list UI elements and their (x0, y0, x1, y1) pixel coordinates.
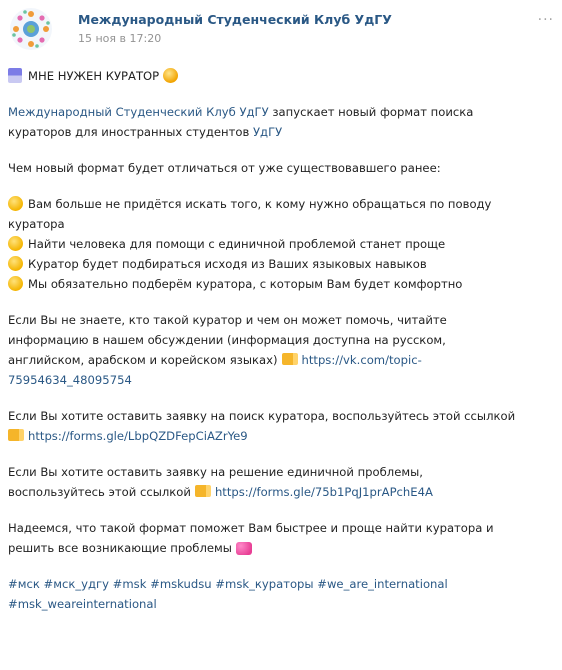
post-header: Международный Студенческий Клуб УдГУ 15 … (8, 6, 554, 54)
paragraph-line: Если Вы хотите оставить заявку на решени… (8, 465, 423, 479)
bullet-text: Вам больше не придётся искать того, к ко… (28, 197, 492, 211)
pointing-hand-emoji-icon (8, 429, 24, 441)
paragraph-line: Надеемся, что такой формат поможет Вам б… (8, 521, 494, 535)
paragraph-line: кураторов для иностранных студентов УдГУ (8, 122, 556, 142)
topic-link[interactable]: https://vk.com/topic- (302, 353, 422, 367)
author-name[interactable]: Международный Студенческий Клуб УдГУ (78, 12, 392, 27)
paragraph-text: запускает новый формат поиска (268, 105, 474, 119)
bullet-line: куратора (8, 217, 65, 231)
post-title: МНЕ НУЖЕН КУРАТОР (28, 69, 160, 83)
paragraph-line: Международный Студенческий Клуб УдГУ зап… (8, 102, 556, 122)
post-date[interactable]: 15 ноя в 17:20 (78, 32, 161, 45)
paragraph-line: информацию в нашем обсуждении (информаци… (8, 333, 446, 347)
shocked-emoji-icon (8, 256, 23, 271)
paragraph-line: воспользуйтесь этой ссылкой https://forms… (8, 482, 556, 502)
post-title-line: МНЕ НУЖЕН КУРАТОР (8, 66, 556, 86)
hashtags-line[interactable]: #мск #мск_удгу #msk #mskudsu #msk_курато… (8, 574, 556, 594)
club-mention-link[interactable]: Международный Студенческий Клуб УдГУ (8, 105, 269, 119)
community-avatar[interactable] (10, 8, 52, 50)
smile-emoji-icon (163, 68, 179, 83)
paragraph-text: воспользуйтесь этой ссылкой (8, 485, 191, 499)
paragraph-line: Если Вы хотите оставить заявку на поиск … (8, 409, 516, 423)
bullet-text: Мы обязательно подберём куратора, с кото… (28, 277, 463, 291)
paragraph-line: решить все возникающие проблемы (8, 538, 556, 558)
shocked-emoji-icon (8, 276, 23, 291)
paragraph-text: английском, арабском и корейском языках) (8, 353, 278, 367)
heart-emoji-icon (235, 542, 252, 555)
pointing-hand-emoji-icon (194, 485, 211, 497)
paragraph-text: кураторов для иностранных студентов (8, 125, 253, 139)
paragraph-line: Чем новый формат будет отличаться от уже… (8, 161, 441, 175)
paragraph-line: https://forms.gle/LbpQZDFepCiAZrYe9 (8, 426, 556, 446)
shocked-emoji-icon (8, 236, 23, 251)
club-logo-icon (12, 10, 50, 48)
more-options-icon[interactable]: ··· (538, 12, 554, 28)
post-text: МНЕ НУЖЕН КУРАТОР Международный Студенче… (8, 66, 556, 614)
bullet-line: Мы обязательно подберём куратора, с кото… (8, 274, 556, 294)
bullet-text: Куратор будет подбираться исходя из Ваши… (28, 257, 427, 271)
problem-form-link[interactable]: https://forms.gle/75b1PqJ1prAPchE4A (215, 485, 433, 499)
paragraph-line: английском, арабском и корейском языках)… (8, 350, 556, 370)
paragraph-line: 75954634_48095754 (8, 370, 556, 390)
udgu-link[interactable]: УдГУ (253, 125, 282, 139)
bullet-line: Найти человека для помощи с единичной пр… (8, 234, 556, 254)
curator-form-link[interactable]: https://forms.gle/LbpQZDFepCiAZrYe9 (28, 429, 248, 443)
shocked-emoji-icon (8, 196, 23, 211)
pointing-hand-emoji-icon (281, 353, 298, 365)
paragraph-line: Если Вы не знаете, кто такой куратор и ч… (8, 313, 447, 327)
bullet-line: Куратор будет подбираться исходя из Ваши… (8, 254, 556, 274)
topic-link-continued[interactable]: 75954634_48095754 (8, 373, 132, 387)
bullet-line: Вам больше не придётся искать того, к ко… (8, 194, 556, 214)
flag-emoji-icon (8, 68, 22, 83)
hashtags-line[interactable]: #msk_weareinternational (8, 594, 556, 614)
wall-post: Международный Студенческий Клуб УдГУ 15 … (0, 0, 562, 670)
paragraph-text: решить все возникающие проблемы (8, 541, 232, 555)
bullet-text: Найти человека для помощи с единичной пр… (28, 237, 446, 251)
